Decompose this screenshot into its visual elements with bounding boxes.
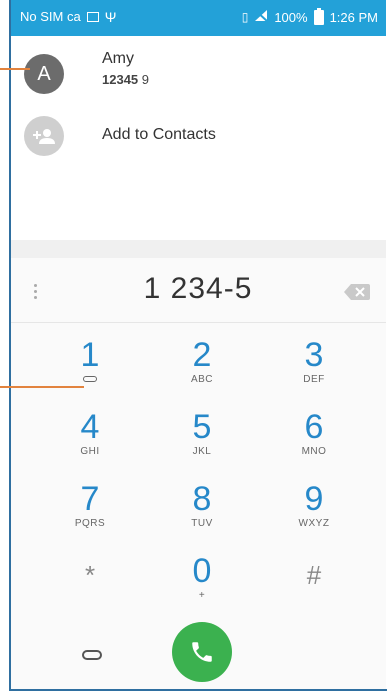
divider-band bbox=[10, 240, 386, 259]
add-contact-icon bbox=[24, 116, 64, 156]
battery-icon bbox=[313, 7, 324, 25]
key-letters: JKL bbox=[192, 446, 212, 457]
key-letters: DEF bbox=[303, 374, 325, 385]
add-to-contacts-label: Add to Contacts bbox=[102, 126, 216, 143]
key-digit: 1 bbox=[80, 336, 100, 374]
key-digit: 6 bbox=[304, 408, 324, 446]
key-digit: 2 bbox=[192, 336, 212, 374]
key-letters: ABC bbox=[190, 374, 214, 385]
carrier-text: No SIM ca bbox=[20, 9, 81, 24]
key-3[interactable]: 3 DEF bbox=[274, 338, 354, 398]
usb-icon: Ψ bbox=[104, 8, 117, 25]
key-digit: 7 bbox=[80, 480, 100, 518]
callout-line-voicemail bbox=[0, 386, 84, 388]
key-digit: * bbox=[84, 560, 96, 590]
contact-number-rest: 9 bbox=[138, 72, 149, 87]
backspace-icon[interactable] bbox=[344, 284, 370, 300]
key-letters: TUV bbox=[191, 518, 213, 529]
battery-percent: 100% bbox=[274, 9, 308, 25]
no-signal-icon bbox=[253, 8, 270, 25]
contact-number-match: 12345 bbox=[102, 72, 139, 87]
add-to-contacts-row[interactable]: Add to Contacts bbox=[10, 110, 386, 170]
key-digit: 8 bbox=[192, 480, 212, 518]
dialpad: 1 234-5 1 2 ABC 3 DEF 4 GHI 5 JKL 6 MNO bbox=[10, 258, 386, 690]
phone-icon bbox=[192, 642, 212, 662]
key-1[interactable]: 1 bbox=[50, 338, 130, 398]
suggestion-contact-amy[interactable]: A Amy 12345 9 bbox=[10, 44, 386, 104]
key-letters: + bbox=[198, 590, 206, 601]
key-0[interactable]: 0 + bbox=[162, 554, 242, 614]
status-bar: No SIM ca Ψ ▯ 100% 1:26 PM bbox=[10, 0, 386, 36]
key-9[interactable]: 9 WXYZ bbox=[274, 482, 354, 542]
key-letters: WXYZ bbox=[298, 518, 330, 529]
key-digit: 3 bbox=[304, 336, 324, 374]
clock-time: 1:26 PM bbox=[329, 9, 378, 25]
key-2[interactable]: 2 ABC bbox=[162, 338, 242, 398]
voicemail-icon bbox=[83, 376, 97, 382]
key-5[interactable]: 5 JKL bbox=[162, 410, 242, 470]
contact-name: Amy bbox=[102, 50, 134, 67]
phone-screen: No SIM ca Ψ ▯ 100% 1:26 PM A Amy 12345 9… bbox=[10, 0, 386, 690]
call-button[interactable] bbox=[172, 622, 232, 682]
contact-number: 12345 9 bbox=[102, 72, 149, 87]
avatar-initial: A bbox=[37, 62, 51, 85]
key-digit: 0 bbox=[192, 552, 212, 590]
key-4[interactable]: 4 GHI bbox=[50, 410, 130, 470]
dialed-number-row: 1 234-5 bbox=[10, 258, 386, 323]
key-7[interactable]: 7 PQRS bbox=[50, 482, 130, 542]
callout-line-contact bbox=[0, 68, 30, 70]
key-digit: 5 bbox=[192, 408, 212, 446]
key-letters: PQRS bbox=[74, 518, 106, 529]
frame-border-left bbox=[9, 0, 11, 691]
key-8[interactable]: 8 TUV bbox=[162, 482, 242, 542]
key-hash[interactable]: # bbox=[274, 558, 354, 618]
key-digit: # bbox=[306, 560, 322, 590]
avatar: A bbox=[24, 54, 64, 94]
key-star[interactable]: * bbox=[50, 558, 130, 618]
key-digit: 9 bbox=[304, 480, 324, 518]
vibrate-icon: ▯ bbox=[241, 10, 249, 24]
key-digit: 4 bbox=[80, 408, 100, 446]
voicemail-button-icon[interactable] bbox=[82, 650, 102, 660]
key-letters: GHI bbox=[80, 446, 100, 457]
key-6[interactable]: 6 MNO bbox=[274, 410, 354, 470]
image-notification-icon bbox=[86, 11, 99, 22]
dialed-number[interactable]: 1 234-5 bbox=[10, 272, 386, 306]
key-letters: MNO bbox=[301, 446, 327, 457]
